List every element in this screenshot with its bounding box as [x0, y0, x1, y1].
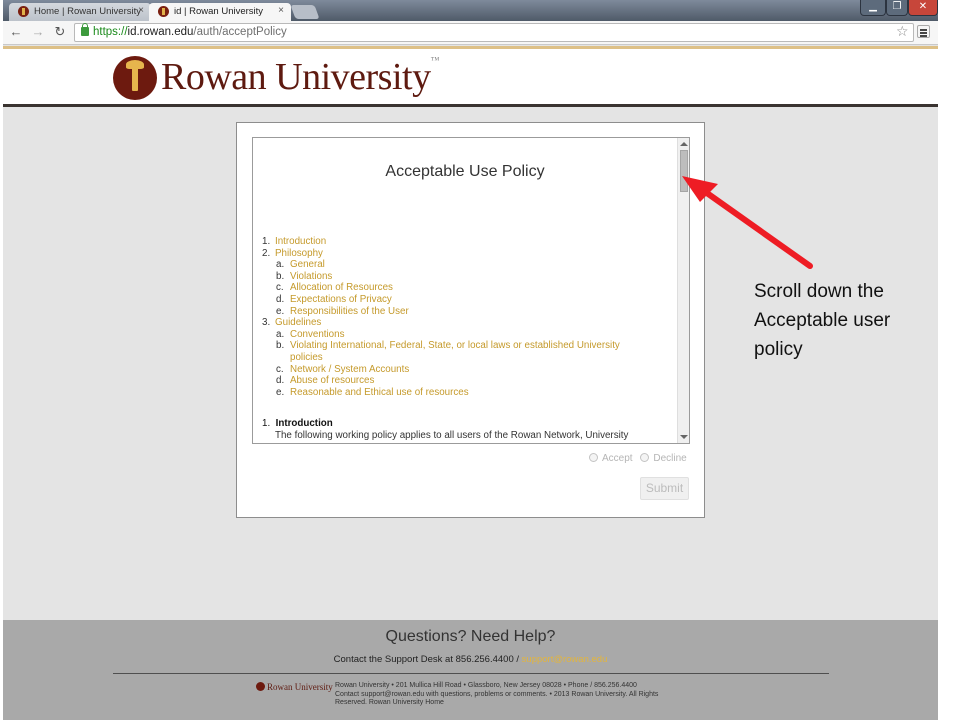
restore-button[interactable]: ❐: [886, 0, 908, 16]
toc-number: a.: [276, 328, 285, 340]
vertical-scrollbar[interactable]: [677, 138, 689, 443]
new-tab-button[interactable]: [290, 5, 320, 19]
footer-help-title: Questions? Need Help?: [385, 628, 556, 645]
toc-item: d. Abuse of resources: [262, 375, 662, 387]
toc-number: 2.: [262, 247, 271, 259]
toc-item: 3. Guidelines: [262, 317, 662, 329]
toc-link[interactable]: Introduction: [275, 236, 326, 248]
footer-divider: [113, 673, 829, 674]
policy-scroll-box[interactable]: Acceptable Use Policy 1. Introduction 2. Ph…: [252, 137, 690, 444]
tab-home[interactable]: Home | Rowan University ×: [9, 3, 151, 21]
decline-radio[interactable]: [640, 453, 650, 462]
toc-item: b. Violating International, Federal, Stat…: [262, 340, 662, 363]
page-content: Rowan University™ Acceptable Use Policy …: [3, 46, 938, 720]
toc-item: d. Expectations of Privacy: [262, 294, 662, 306]
toc-item: b. Violations: [262, 271, 662, 283]
site-header: Rowan University™: [3, 49, 938, 107]
toc-item: c. Network / System Accounts: [262, 364, 662, 376]
footer-address: Rowan University • 201 Mullica Hill Road…: [335, 682, 659, 706]
scrollbar-thumb[interactable]: [680, 150, 688, 192]
toc-number: d.: [276, 293, 285, 305]
back-icon[interactable]: ←: [8, 25, 24, 39]
support-email-link[interactable]: support@rowan.edu: [522, 654, 608, 665]
accept-option[interactable]: Accept: [589, 453, 633, 464]
toc-item: e. Reasonable and Ethical use of resource…: [262, 387, 662, 399]
toc-link[interactable]: Allocation of Resources: [290, 282, 393, 294]
toc-link[interactable]: Abuse of resources: [290, 375, 374, 387]
decline-option[interactable]: Decline: [640, 453, 687, 464]
intro-text: The following working policy applies to …: [275, 430, 629, 441]
toc-link[interactable]: Violations: [290, 271, 332, 283]
toc-number: e.: [276, 386, 285, 398]
toc-link[interactable]: General: [290, 259, 325, 271]
toc-link[interactable]: Responsibilities of the User: [290, 306, 409, 318]
rowan-favicon-icon: [18, 6, 29, 17]
toc-link[interactable]: Guidelines: [275, 317, 321, 329]
footer-contact: Contact the Support Desk at 856.256.4400…: [333, 654, 608, 665]
policy-choices: Accept Decline: [589, 453, 692, 464]
minimize-button[interactable]: ▁: [860, 0, 886, 16]
toc-number: 3.: [262, 317, 271, 329]
toc-link[interactable]: Conventions: [290, 329, 344, 341]
annotation-text: Scroll down the Acceptable user policy: [754, 281, 891, 360]
toc-number: 1.: [262, 236, 271, 247]
toc-item: c. Allocation of Resources: [262, 282, 662, 294]
tab-close-icon[interactable]: ×: [278, 5, 284, 16]
site-logo-text[interactable]: Rowan University™: [161, 55, 439, 99]
scroll-up-arrow-icon[interactable]: [680, 142, 688, 146]
bookmark-star-icon[interactable]: ☆: [896, 23, 909, 40]
toc-link[interactable]: Expectations of Privacy: [290, 294, 392, 306]
toc-link[interactable]: Network / System Accounts: [290, 364, 409, 376]
toc-number: a.: [276, 259, 285, 271]
tab-label: id | Rowan University: [174, 6, 264, 17]
toc-number: e.: [276, 305, 285, 317]
toc-item: a. General: [262, 259, 662, 271]
toc-number: b.: [276, 270, 285, 282]
site-footer: Questions? Need Help? Contact the Suppor…: [3, 620, 938, 720]
rowan-favicon-icon: [158, 6, 169, 17]
lock-icon: [81, 23, 89, 36]
url-text: https://id.rowan.edu/auth/acceptPolicy: [93, 26, 287, 38]
toc-number: c.: [276, 282, 284, 294]
submit-button[interactable]: Submit: [640, 477, 689, 500]
policy-panel: Acceptable Use Policy 1. Introduction 2. Ph…: [236, 122, 705, 518]
tab-label: Home | Rowan University: [34, 6, 142, 17]
close-window-button[interactable]: ✕: [908, 0, 938, 16]
reload-icon[interactable]: ↻: [52, 25, 68, 39]
policy-title: Acceptable Use Policy: [385, 163, 545, 180]
toc-item: 1. Introduction: [262, 236, 662, 248]
footer-logo[interactable]: Rowan University: [256, 682, 333, 692]
rowan-torch-logo-icon: [256, 682, 265, 691]
browser-toolbar: ← → ↻ https://id.rowan.edu/auth/acceptPo…: [3, 21, 938, 45]
toc-number: d.: [276, 375, 285, 387]
forward-icon[interactable]: →: [30, 25, 46, 39]
toc-number: b.: [276, 340, 285, 352]
chrome-menu-icon[interactable]: [917, 25, 930, 38]
toc-link[interactable]: Philosophy: [275, 248, 323, 260]
scroll-down-arrow-icon[interactable]: [680, 435, 688, 439]
toc-item: a. Conventions: [262, 329, 662, 341]
address-bar[interactable]: https://id.rowan.edu/auth/acceptPolicy: [74, 23, 914, 42]
rowan-torch-logo-icon[interactable]: [113, 56, 157, 100]
tab-close-icon[interactable]: ×: [138, 5, 144, 16]
intro-heading: 1. Introduction: [262, 418, 333, 429]
tab-id[interactable]: id | Rowan University ×: [149, 3, 291, 21]
toc-item: e. Responsibilities of the User: [262, 306, 662, 318]
policy-table-of-contents: 1. Introduction 2. Philosophy a. General b. Vio…: [262, 236, 662, 398]
toc-item: 2. Philosophy: [262, 248, 662, 260]
toc-link[interactable]: Reasonable and Ethical use of resources: [290, 387, 469, 399]
toc-link[interactable]: Violating International, Federal, State,…: [290, 340, 640, 363]
accept-radio[interactable]: [589, 453, 598, 462]
tab-strip: Home | Rowan University × id | Rowan Uni…: [3, 0, 938, 21]
toc-number: c.: [276, 363, 284, 375]
